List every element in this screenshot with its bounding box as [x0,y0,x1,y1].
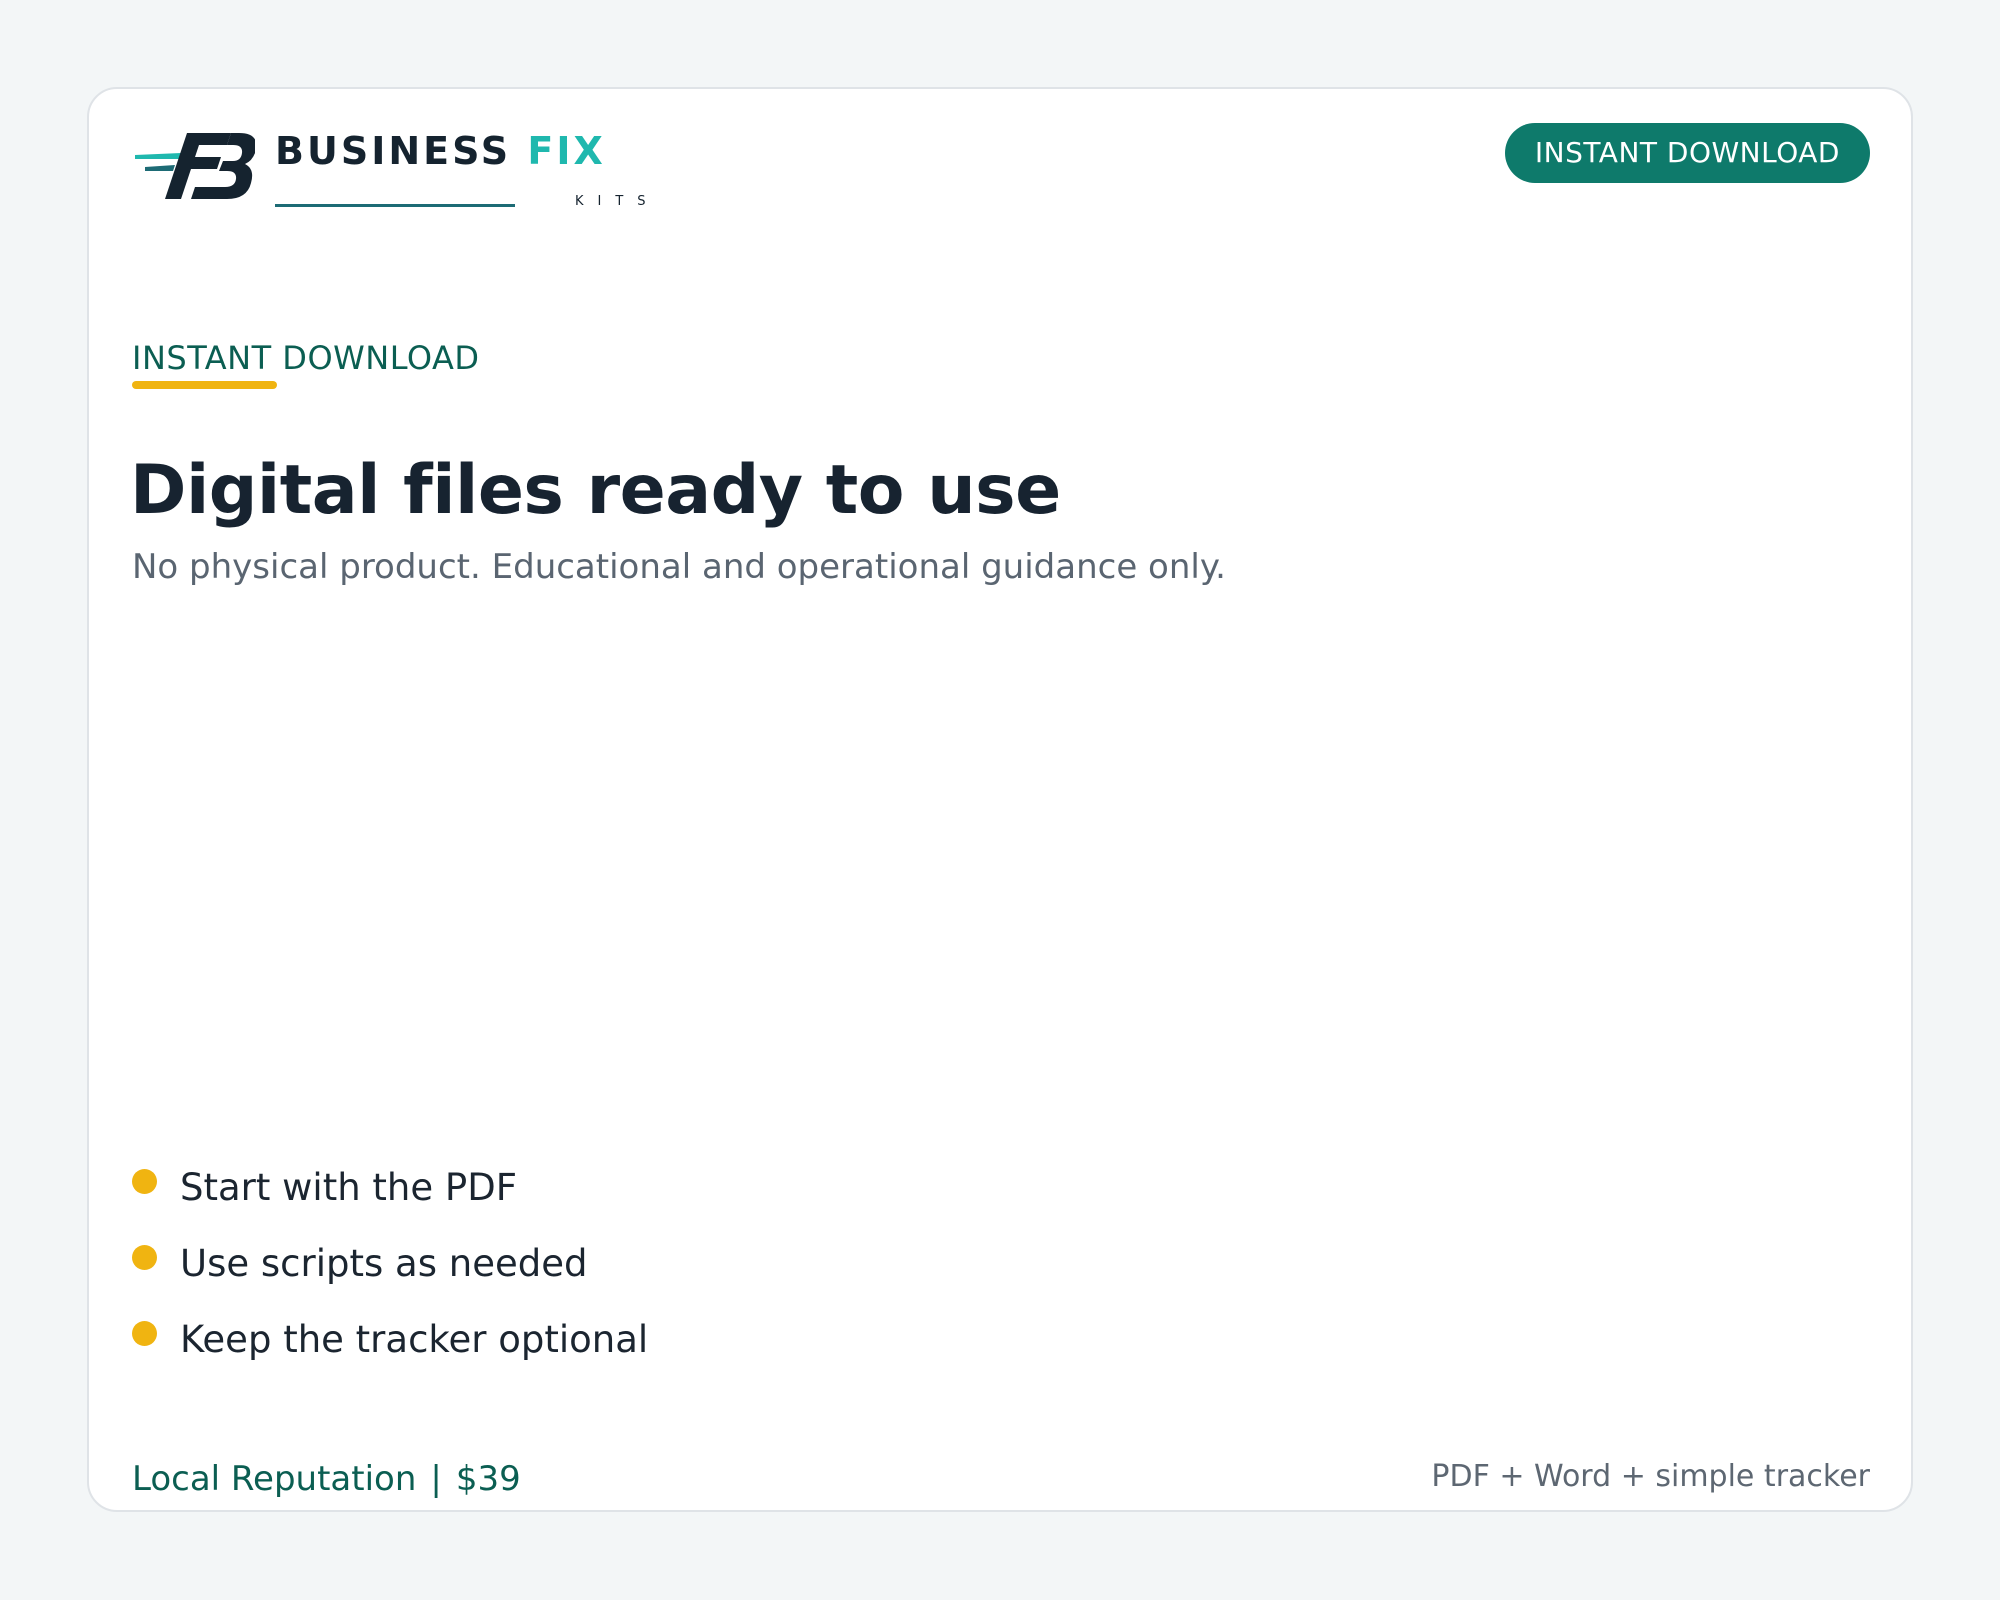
list-item-text: Start with the PDF [180,1165,517,1209]
bullet-dot-icon [132,1244,157,1270]
brand-wordmark: BUSINESS FIX [275,129,606,173]
feature-list: Start with the PDF Use scripts as needed… [132,1149,648,1377]
list-item-text: Use scripts as needed [180,1241,588,1285]
product-price-line: Local Reputation | $39 [132,1459,521,1499]
page-title: Digital files ready to use [130,451,1061,530]
list-item: Start with the PDF [132,1149,648,1225]
brand-logo[interactable]: BUSINESS FIX KITS [135,119,655,209]
brand-sub: KITS [575,194,660,209]
product-card: BUSINESS FIX KITS INSTANT DOWNLOAD INSTA… [87,87,1913,1512]
bullet-dot-icon [132,1320,157,1346]
bullet-dot-icon [132,1168,157,1194]
included-files: PDF + Word + simple tracker [1431,1459,1870,1494]
instant-download-button[interactable]: INSTANT DOWNLOAD [1504,123,1870,183]
list-item: Use scripts as needed [132,1225,648,1301]
eyebrow-underline [132,381,277,389]
brand-name-fix: FIX [527,129,606,173]
brand-name-business: BUSINESS [275,129,512,173]
brand-mark-icon [135,133,255,199]
list-item: Keep the tracker optional [132,1301,648,1377]
footer-separator: | [430,1459,442,1499]
product-price: $39 [455,1459,521,1499]
page-subtitle: No physical product. Educational and ope… [132,547,1226,587]
product-name: Local Reputation [132,1459,417,1499]
section-eyebrow: INSTANT DOWNLOAD [132,339,480,377]
brand-underline [275,204,515,207]
list-item-text: Keep the tracker optional [180,1317,649,1361]
